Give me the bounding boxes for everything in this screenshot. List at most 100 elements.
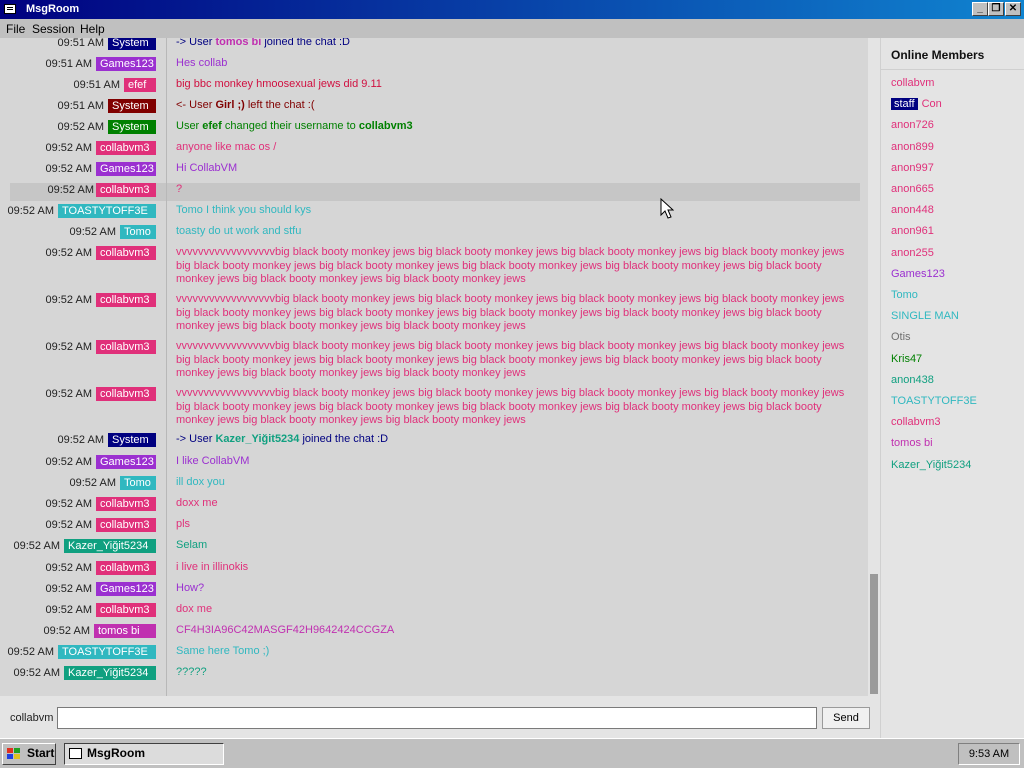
member-item[interactable]: staff Con — [891, 98, 942, 111]
chat-scrollbar[interactable] — [868, 38, 880, 696]
member-item[interactable]: anon255 — [891, 247, 934, 259]
menu-bar: File Session Help — [0, 19, 1024, 38]
message-username[interactable]: collabvm3 — [96, 561, 156, 575]
message-text-part: <- User — [176, 99, 216, 111]
chat-message: 09:52 AM Tomo ill dox you — [0, 476, 868, 492]
message-username[interactable]: collabvm3 — [96, 518, 156, 532]
message-username[interactable]: collabvm3 — [96, 603, 156, 617]
chat-message: 09:52 AM TOASTYTOFF3E Same here Tomo ;) — [0, 645, 868, 661]
message-timestamp: 09:52 AM — [45, 294, 92, 306]
message-username[interactable]: collabvm3 — [96, 497, 156, 511]
message-text-part: toasty do ut work and stfu — [176, 225, 302, 237]
message-timestamp: 09:52 AM — [45, 142, 92, 154]
message-timestamp: 09:52 AM — [13, 667, 60, 679]
message-timestamp: 09:52 AM — [7, 205, 54, 217]
taskbar-msgroom-button[interactable]: MsgRoom — [64, 743, 224, 765]
message-username[interactable]: System — [108, 99, 156, 113]
close-button[interactable]: ✕ — [1005, 2, 1021, 16]
message-text-part: doxx me — [176, 497, 218, 509]
member-name: Kazer_Yiğit5234 — [891, 458, 972, 471]
message-text: doxx me — [176, 497, 860, 511]
member-item[interactable]: TOASTYTOFF3E — [891, 395, 977, 407]
member-item[interactable]: Games123 — [891, 268, 945, 280]
member-item[interactable]: SINGLE MAN — [891, 310, 959, 322]
chat-app-icon — [4, 4, 16, 14]
member-item[interactable]: anon448 — [891, 204, 934, 216]
chat-message: 09:52 AM collabvm3 vvvvvvvvvvvvvvvvvvbig b… — [0, 293, 868, 337]
message-timestamp: 09:52 AM — [45, 498, 92, 510]
message-text-part: joined the chat :D — [299, 433, 389, 445]
member-item[interactable]: collabvm — [891, 77, 934, 89]
member-item[interactable]: Kris47 — [891, 353, 922, 365]
member-item[interactable]: anon997 — [891, 162, 934, 174]
message-text: CF4H3IA96C42MASGF42H9642424CCGZA — [176, 624, 860, 638]
message-username[interactable]: System — [108, 433, 156, 447]
member-name: collabvm3 — [891, 416, 941, 429]
member-item[interactable]: Tomo — [891, 289, 918, 301]
maximize-button[interactable]: ❐ — [988, 2, 1004, 16]
message-timestamp: 09:52 AM — [45, 388, 92, 400]
message-username[interactable]: Games123 — [96, 582, 156, 596]
message-username[interactable]: collabvm3 — [96, 387, 156, 401]
message-username[interactable]: System — [108, 38, 156, 50]
online-members-panel: Online Members collabvm staff Con anon726 an… — [880, 38, 1024, 738]
message-username[interactable]: TOASTYTOFF3E — [58, 645, 156, 659]
member-item[interactable]: anon438 — [891, 374, 934, 386]
member-name: anon961 — [891, 225, 934, 238]
message-username[interactable]: Kazer_Yiğit5234 — [64, 539, 156, 553]
windows-logo-icon — [7, 748, 21, 760]
member-name: Kris47 — [891, 352, 923, 365]
message-username[interactable]: collabvm3 — [96, 246, 156, 260]
message-username[interactable]: collabvm3 — [96, 183, 156, 197]
member-item[interactable]: anon665 — [891, 183, 934, 195]
menu-help[interactable]: Help — [80, 22, 105, 36]
chat-message: 09:52 AM Kazer_Yiğit5234 Selam — [0, 539, 868, 555]
member-item[interactable]: anon726 — [891, 119, 934, 131]
title-bar: MsgRoom _ ❐ ✕ — [0, 0, 1024, 19]
menu-session[interactable]: Session — [32, 22, 75, 36]
message-username[interactable]: Games123 — [96, 455, 156, 469]
send-button[interactable]: Send — [822, 707, 870, 729]
member-name: anon997 — [891, 161, 934, 174]
member-item[interactable]: Otis — [891, 331, 911, 343]
member-item[interactable]: anon961 — [891, 225, 934, 237]
chat-divider — [166, 38, 167, 696]
scrollbar-thumb[interactable] — [870, 574, 878, 694]
message-username[interactable]: Kazer_Yiğit5234 — [64, 666, 156, 680]
message-username[interactable]: Tomo — [120, 225, 156, 239]
system-clock: 9:53 AM — [958, 743, 1020, 765]
message-username[interactable]: Games123 — [96, 57, 156, 71]
member-name: anon899 — [891, 140, 934, 153]
message-text-part: joined the chat :D — [261, 38, 350, 48]
menu-file[interactable]: File — [6, 22, 25, 36]
message-text-part: CF4H3IA96C42MASGF42H9642424CCGZA — [176, 624, 395, 636]
member-item[interactable]: anon899 — [891, 141, 934, 153]
chat-message: 09:52 AM tomos bi CF4H3IA96C42MASGF42H9642… — [0, 624, 868, 640]
member-name: SINGLE MAN — [891, 310, 959, 323]
member-item[interactable]: collabvm3 — [891, 416, 941, 428]
start-label: Start — [27, 746, 55, 760]
chat-log[interactable]: 09:51 AM System -> User tomos bi joined th… — [0, 38, 868, 696]
message-username[interactable]: Tomo — [120, 476, 156, 490]
member-item[interactable]: Kazer_Yiğit5234 — [891, 459, 971, 471]
member-item[interactable]: tomos bi — [891, 437, 933, 449]
member-name: Games123 — [891, 267, 945, 280]
message-text-part: Hi CollabVM — [176, 162, 238, 174]
message-text: -> User tomos bi joined the chat :D — [176, 38, 860, 50]
message-text: Selam — [176, 539, 860, 553]
start-button[interactable]: Start — [2, 743, 56, 765]
message-text-part: -> User — [176, 433, 216, 445]
message-username[interactable]: Games123 — [96, 162, 156, 176]
message-username[interactable]: TOASTYTOFF3E — [58, 204, 156, 218]
member-name: Otis — [891, 331, 911, 344]
message-username[interactable]: collabvm3 — [96, 141, 156, 155]
message-username[interactable]: System — [108, 120, 156, 134]
minimize-button[interactable]: _ — [972, 2, 988, 16]
message-username[interactable]: efef — [124, 78, 156, 92]
message-input[interactable] — [57, 707, 817, 729]
message-text-part: I like CollabVM — [176, 455, 250, 467]
message-username[interactable]: tomos bi — [94, 624, 156, 638]
message-text-part: vvvvvvvvvvvvvvvvvvbig black booty monkey… — [176, 340, 845, 379]
message-username[interactable]: collabvm3 — [96, 340, 156, 354]
message-username[interactable]: collabvm3 — [96, 293, 156, 307]
